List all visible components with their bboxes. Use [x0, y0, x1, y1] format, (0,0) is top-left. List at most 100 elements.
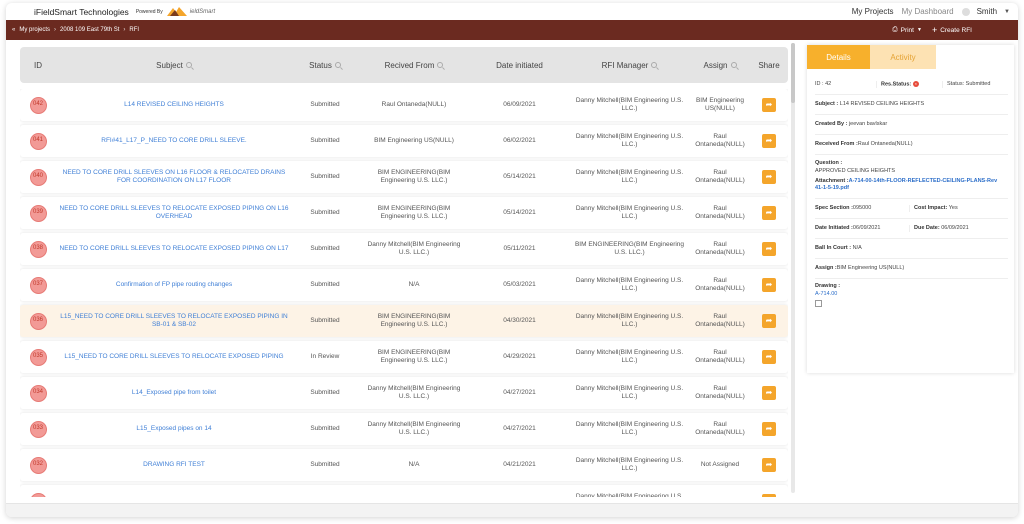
- initiated-value: 06/09/2021: [852, 224, 881, 231]
- share-icon[interactable]: ➦: [762, 350, 776, 364]
- cell-subject-text[interactable]: L15_NEED TO CORE DRILL SLEEVES TO RELOCA…: [59, 313, 289, 330]
- share-icon[interactable]: ➦: [762, 494, 776, 497]
- table-row[interactable]: 042 L14 REVISED CEILING HEIGHTS Submitted R…: [20, 89, 788, 121]
- table-row[interactable]: 039 NEED TO CORE DRILL SLEEVES TO RELOCAT…: [20, 197, 788, 229]
- table-row[interactable]: 032 DRAWING RFI TEST Submitted N/A 04/21/202…: [20, 449, 788, 481]
- cell-subject[interactable]: Confirmation of FP pipe routing changes: [56, 281, 292, 289]
- tab-details[interactable]: Details: [807, 45, 870, 69]
- cell-received-from-text: BIM ENGINEERING(BIM Engineering U.S. LLC…: [377, 204, 451, 220]
- header-subject[interactable]: Subject: [56, 61, 292, 70]
- cell-assign-text: Raul Ontaneda(NULL): [695, 204, 745, 220]
- cell-subject[interactable]: RFI#41_L17_P_NEED TO CORE DRILL SLEEVE.: [56, 137, 292, 145]
- search-icon[interactable]: [334, 62, 341, 68]
- cell-subject-text[interactable]: L15_Exposed pipes on 14: [136, 425, 211, 433]
- print-button[interactable]: ⎙ Print ▼: [892, 26, 922, 34]
- cell-assign-text: Raul Ontaneda(NULL): [695, 348, 745, 364]
- cell-subject-text[interactable]: Confirmation of FP pipe routing changes: [116, 281, 232, 289]
- cell-received-from: Danny Mitchell(BIM Engineering U.S. LLC.…: [358, 241, 470, 258]
- breadcrumb-my-projects[interactable]: My projects: [19, 27, 50, 33]
- cell-received-from: N/A: [358, 281, 470, 289]
- breadcrumb-project[interactable]: 2008 109 East 79th St: [60, 27, 119, 33]
- scrollbar-thumb[interactable]: [791, 43, 795, 103]
- cell-subject-text[interactable]: NEED TO CORE DRILL SLEEVES TO RELOCATE E…: [60, 245, 289, 253]
- search-icon[interactable]: [437, 62, 444, 68]
- cell-date-initiated: 04/21/2021: [470, 461, 569, 469]
- cell-subject[interactable]: NEED TO CORE DRILL SLEEVES TO RELOCATE E…: [56, 205, 292, 222]
- table-scrollbar[interactable]: [791, 43, 795, 493]
- cell-subject-text[interactable]: L15_NEED TO CORE DRILL SLEEVES TO RELOCA…: [64, 353, 283, 361]
- cell-subject-text[interactable]: L14 REVISED CEILING HEIGHTS: [124, 101, 224, 109]
- search-icon[interactable]: [185, 62, 192, 68]
- detail-row-created: Created By : jeevan bavlskar: [815, 115, 1008, 135]
- spec-value: 095000: [852, 204, 872, 211]
- app-window: iFieldSmart Technologies Powered By ield…: [6, 3, 1018, 517]
- table-row[interactable]: 038 NEED TO CORE DRILL SLEEVES TO RELOCAT…: [20, 233, 788, 265]
- table-row[interactable]: 035 L15_NEED TO CORE DRILL SLEEVES TO REL…: [20, 341, 788, 373]
- share-icon[interactable]: ➦: [762, 422, 776, 436]
- share-icon[interactable]: ➦: [762, 206, 776, 220]
- cell-subject-text[interactable]: NEED TO CORE DRILL SLEEVES ON L16 FLOOR …: [59, 169, 289, 186]
- share-icon[interactable]: ➦: [762, 170, 776, 184]
- cell-subject[interactable]: L15_Exposed pipes on 14: [56, 425, 292, 433]
- cell-status-text: Submitted: [310, 172, 340, 180]
- cell-date-initiated-text: 04/29/2021: [503, 352, 536, 360]
- my-projects-link[interactable]: My Projects: [852, 7, 894, 16]
- header-status[interactable]: Status: [292, 61, 358, 70]
- cell-date-initiated-text: 04/27/2021: [503, 388, 536, 396]
- cell-subject[interactable]: DRAWING RFI TEST: [56, 461, 292, 469]
- table-row[interactable]: 031Test 2 RFISubmittedN/A04/21/2021Danny…: [20, 485, 788, 497]
- cell-subject[interactable]: NEED TO CORE DRILL SLEEVES TO RELOCATE E…: [56, 245, 292, 253]
- share-icon[interactable]: ➦: [762, 242, 776, 256]
- header-received-from[interactable]: Recived From: [358, 61, 470, 70]
- share-icon[interactable]: ➦: [762, 458, 776, 472]
- cell-status: Submitted: [292, 461, 358, 469]
- table-row[interactable]: 037 Confirmation of FP pipe routing chang…: [20, 269, 788, 301]
- cell-received-from-text: Raul Ontaneda(NULL): [381, 100, 447, 108]
- table-row[interactable]: 034 L14_Exposed pipe from toilet Submitted…: [20, 377, 788, 409]
- tab-activity[interactable]: Activity: [870, 45, 936, 69]
- cell-status: In Review: [292, 353, 358, 361]
- share-icon[interactable]: ➦: [762, 134, 776, 148]
- cell-subject[interactable]: L14_Exposed pipe from toilet: [56, 389, 292, 397]
- cell-assign-text: Raul Ontaneda(NULL): [695, 420, 745, 436]
- share-icon[interactable]: ➦: [762, 98, 776, 112]
- drawing-link[interactable]: A-714.00: [815, 291, 837, 297]
- cell-date-initiated: 04/27/2021: [470, 389, 569, 397]
- search-icon[interactable]: [730, 62, 737, 68]
- share-icon[interactable]: ➦: [762, 278, 776, 292]
- cell-share: ➦: [750, 422, 788, 436]
- cell-rfi-manager-text: Danny Mitchell(BIM Engineering U.S. LLC.…: [575, 492, 684, 497]
- table-row[interactable]: 040 NEED TO CORE DRILL SLEEVES ON L16 FLO…: [20, 161, 788, 193]
- table-row[interactable]: 041 RFI#41_L17_P_NEED TO CORE DRILL SLEEV…: [20, 125, 788, 157]
- drawing-thumbnail-icon[interactable]: [815, 300, 822, 308]
- table-row[interactable]: 036 L15_NEED TO CORE DRILL SLEEVES TO REL…: [20, 305, 788, 337]
- search-icon[interactable]: [651, 62, 658, 68]
- cell-date-initiated-text: 06/09/2021: [503, 100, 536, 108]
- cell-subject[interactable]: L15_NEED TO CORE DRILL SLEEVES TO RELOCA…: [56, 313, 292, 330]
- res-status-label: Res.Status:: [881, 81, 912, 88]
- header-assign[interactable]: Assign: [690, 61, 750, 70]
- table-header: ID Subject Status Recived From Date init…: [20, 47, 788, 83]
- cell-rfi-manager: Danny Mitchell(BIM Engineering U.S. LLC.…: [569, 97, 690, 114]
- cell-subject-text[interactable]: L14_Exposed pipe from toilet: [132, 389, 216, 397]
- received-label: Received From :: [815, 140, 858, 147]
- share-icon[interactable]: ➦: [762, 314, 776, 328]
- back-icon[interactable]: «: [12, 27, 15, 33]
- user-menu[interactable]: Smith ▼: [961, 7, 1010, 16]
- cell-status-text: In Review: [310, 352, 340, 360]
- create-rfi-button[interactable]: + Create RFI: [932, 25, 972, 35]
- cell-subject[interactable]: L15_NEED TO CORE DRILL SLEEVES TO RELOCA…: [56, 353, 292, 361]
- share-icon[interactable]: ➦: [762, 386, 776, 400]
- cell-received-from: BIM ENGINEERING(BIM Engineering U.S. LLC…: [358, 169, 470, 186]
- cell-date-initiated: 04/30/2021: [470, 317, 569, 325]
- cell-subject[interactable]: L14 REVISED CEILING HEIGHTS: [56, 101, 292, 109]
- cell-subject-text[interactable]: NEED TO CORE DRILL SLEEVES TO RELOCATE E…: [59, 205, 289, 222]
- cell-subject-text[interactable]: RFI#41_L17_P_NEED TO CORE DRILL SLEEVE.: [101, 137, 246, 145]
- assign-label: Assign :: [815, 264, 837, 271]
- header-rfi-manager[interactable]: RFI Manager: [569, 61, 690, 70]
- table-row[interactable]: 033 L15_Exposed pipes on 14 Submitted Danny…: [20, 413, 788, 445]
- cell-share: ➦: [750, 350, 788, 364]
- cell-subject[interactable]: NEED TO CORE DRILL SLEEVES ON L16 FLOOR …: [56, 169, 292, 186]
- cell-subject-text[interactable]: DRAWING RFI TEST: [143, 461, 205, 469]
- my-dashboard-link[interactable]: My Dashboard: [902, 7, 954, 16]
